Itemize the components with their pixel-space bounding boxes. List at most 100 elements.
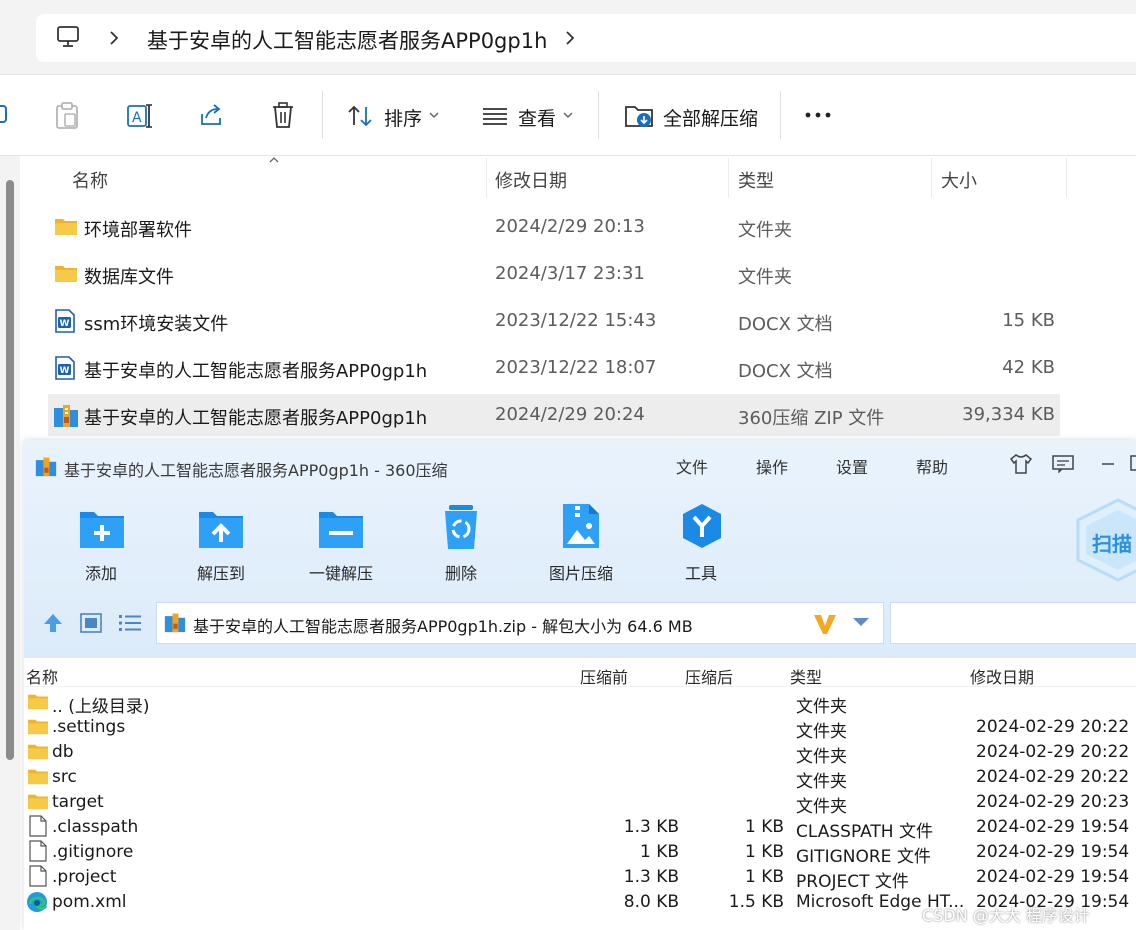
list-view-icon[interactable] [118,613,142,633]
archive-file-before: 8.0 KB [623,892,679,912]
extract-all-button[interactable]: 全部解压缩 [663,104,758,131]
delete-button[interactable]: 删除 [421,560,501,584]
archive-file-date: 2024-02-29 20:22 [976,767,1130,787]
file-type: DOCX 文档 [738,361,833,382]
archive-col-after[interactable]: 压缩后 [685,664,733,688]
menu-help[interactable]: 帮助 [916,454,948,478]
folder-icon [28,694,48,710]
archive-file-date: 2024-02-29 19:54 [976,842,1130,862]
view-dropdown-chevron-icon[interactable] [562,110,574,120]
archive-file-after: 1 KB [744,817,784,837]
minimize-icon[interactable] [1100,462,1116,466]
zip-archive-icon [54,405,78,427]
image-compress-button[interactable]: 图片压缩 [541,560,621,584]
one-click-extract-button[interactable]: 一键解压 [301,560,381,584]
folder-icon [28,769,48,785]
archive-file-name: db [52,742,74,762]
archive-row[interactable] [24,740,1136,765]
zip-archive-icon [164,613,186,633]
image-compress-icon[interactable] [561,502,601,550]
thumbnail-view-icon[interactable] [80,613,102,633]
menu-operation[interactable]: 操作 [756,454,788,478]
column-divider[interactable] [728,158,729,198]
column-header-size[interactable]: 大小 [941,167,977,193]
folder-icon [28,719,48,735]
breadcrumb-expand-chevron-icon[interactable] [564,30,576,46]
archive-row[interactable] [24,765,1136,790]
sort-icon[interactable] [346,104,374,128]
archive-file-type: GITIGNORE 文件 [796,847,931,867]
recycle-icon[interactable] [441,503,481,551]
sort-button[interactable]: 排序 [384,104,422,131]
column-divider[interactable] [931,158,932,198]
up-level-icon[interactable] [42,612,64,634]
column-header-name[interactable]: 名称 [72,167,108,193]
more-options-icon[interactable] [804,110,832,120]
file-icon [29,815,47,837]
add-button[interactable]: 添加 [62,560,140,584]
archive-file-name: .settings [52,717,126,737]
tools-button[interactable]: 工具 [661,560,741,584]
archive-file-name: .classpath [52,817,139,837]
archive-row[interactable] [24,790,1136,815]
breadcrumb-chevron-icon[interactable] [108,30,120,46]
file-name: 基于安卓的人工智能志愿者服务APP0gp1h [84,361,428,382]
column-header-type[interactable]: 类型 [738,167,774,193]
breadcrumb-current-folder[interactable]: 基于安卓的人工智能志愿者服务APP0gp1h [147,25,547,55]
folder-icon [28,794,48,810]
toolbar-divider [780,91,781,139]
archive-file-date: 2024-02-29 20:22 [976,717,1130,737]
menu-file[interactable]: 文件 [676,454,708,478]
path-dropdown-icon[interactable] [852,617,870,627]
folder-icon [55,266,77,282]
share-icon[interactable] [198,102,226,128]
toolbar-divider [322,91,323,139]
word-doc-icon: W [55,356,75,380]
archive-col-date[interactable]: 修改日期 [970,664,1034,688]
this-pc-icon[interactable] [56,26,80,48]
maximize-icon[interactable] [1130,455,1136,471]
add-icon[interactable] [78,506,126,550]
archive-file-before: 1.3 KB [623,867,679,887]
column-divider[interactable] [486,158,487,198]
archive-file-before: 1 KB [639,842,679,862]
archive-file-type: CLASSPATH 文件 [796,822,933,842]
file-date: 2023/12/22 18:07 [495,357,657,378]
paste-icon[interactable] [54,102,80,130]
extract-to-button[interactable]: 解压到 [181,560,261,584]
feedback-message-icon[interactable] [1052,455,1074,473]
archive-file-name: pom.xml [52,892,127,912]
extract-to-icon[interactable] [197,506,245,550]
file-size: 15 KB [1002,310,1055,331]
archive-col-type[interactable]: 类型 [790,664,822,688]
archive-file-type: 文件夹 [796,722,847,742]
one-click-extract-icon[interactable] [317,506,365,550]
column-header-date-modified[interactable]: 修改日期 [495,167,567,193]
delete-icon[interactable] [270,101,296,129]
file-size: 42 KB [1002,357,1055,378]
archive-file-type: PROJECT 文件 [796,872,909,892]
tools-icon[interactable] [679,502,725,550]
sort-dropdown-chevron-icon[interactable] [428,110,440,120]
archive-search-input[interactable] [890,602,1136,644]
archive-col-name[interactable]: 名称 [26,664,58,688]
view-icon[interactable] [482,106,508,126]
file-date: 2024/2/29 20:13 [495,216,645,237]
archive-row[interactable] [24,690,1136,715]
file-date: 2023/12/22 15:43 [495,310,657,331]
rename-icon[interactable]: A [126,102,154,130]
skin-shirt-icon[interactable] [1009,453,1033,475]
navigation-scrollbar[interactable] [6,180,14,760]
menu-settings[interactable]: 设置 [836,454,868,478]
archive-row[interactable] [24,715,1136,740]
cut-icon[interactable] [0,104,8,126]
archive-col-before[interactable]: 压缩前 [580,664,628,688]
scan-label[interactable]: 扫描 [1092,528,1132,557]
archive-file-type: 文件夹 [796,747,847,767]
extract-all-icon[interactable] [624,100,654,130]
archive-file-name: .. (上级目录) [52,697,150,717]
vip-v-icon[interactable] [812,612,838,636]
column-divider[interactable] [1066,158,1067,198]
view-button[interactable]: 查看 [518,104,556,131]
folder-icon [28,744,48,760]
